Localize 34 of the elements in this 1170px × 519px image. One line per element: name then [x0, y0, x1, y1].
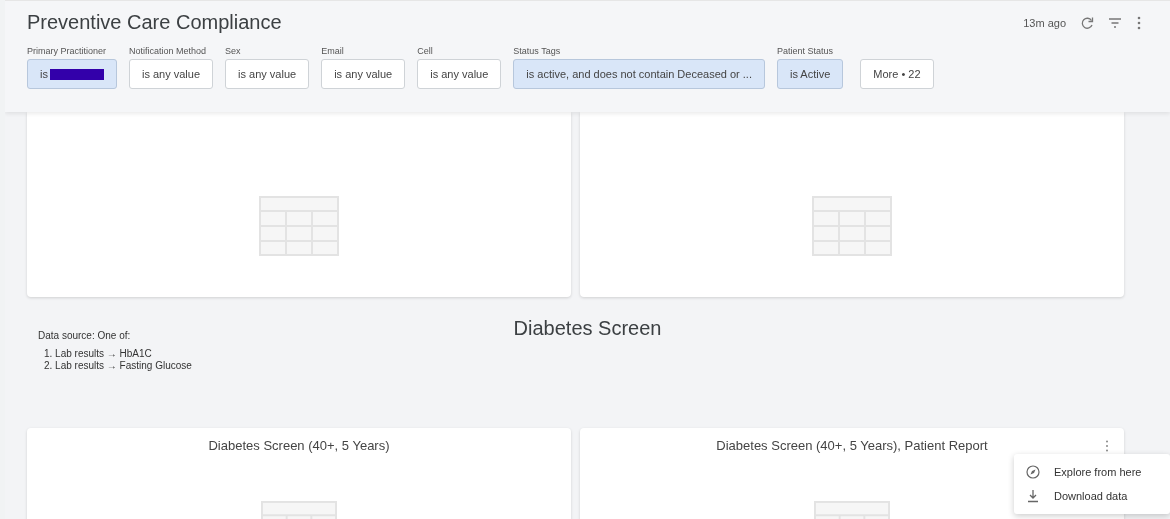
data-source-item: 2. Lab results → Fasting Glucose: [43, 360, 192, 372]
menu-item[interactable]: Download data: [1014, 484, 1170, 508]
filter-value[interactable]: is any value: [417, 59, 502, 89]
filter-value[interactable]: is active, and does not contain Deceased or ...: [513, 59, 765, 89]
compass-icon: [1026, 465, 1040, 479]
filter-value[interactable]: is any value: [225, 59, 310, 89]
filter-label: Patient Status: [776, 46, 834, 58]
more-options-icon[interactable]: [1104, 440, 1110, 452]
section-title: Diabetes Screen: [513, 317, 662, 340]
filter-label: Notification Method: [128, 46, 207, 58]
filter-value[interactable]: is Active: [776, 59, 844, 89]
redaction-block: [49, 68, 104, 80]
refresh-icon[interactable]: [1080, 15, 1094, 30]
filter-label: Sex: [225, 46, 242, 58]
filter-value[interactable]: is: [27, 59, 117, 89]
filter-label: Email: [321, 46, 345, 58]
filter-label: Status Tags: [513, 46, 562, 58]
last-updated-text: 13m ago: [1023, 16, 1066, 29]
menu-item[interactable]: Explore from here: [1014, 460, 1170, 484]
filter-value[interactable]: is any value: [128, 59, 214, 89]
more-filters-button[interactable]: More • 22: [860, 59, 934, 89]
tile-title: Diabetes Screen (40+, 5 Years): [208, 438, 390, 455]
download-icon: [1026, 489, 1040, 503]
data-source-text: Data source: One of:: [38, 330, 132, 341]
dashboard-title: Preventive Care Compliance: [27, 11, 282, 34]
filter-label: Primary Practitioner: [27, 46, 108, 58]
tile-title: Diabetes Screen (40+, 5 Years), Patient Report: [716, 438, 988, 455]
data-source-item: 1. Lab results → HbA1C: [43, 348, 153, 360]
filter-value[interactable]: is any value: [321, 59, 406, 89]
table-icon: [259, 196, 339, 256]
filter-icon[interactable]: [1108, 16, 1122, 29]
table-icon: [812, 196, 892, 256]
more-options-icon[interactable]: [1136, 15, 1142, 30]
filter-label: Cell: [417, 46, 434, 58]
